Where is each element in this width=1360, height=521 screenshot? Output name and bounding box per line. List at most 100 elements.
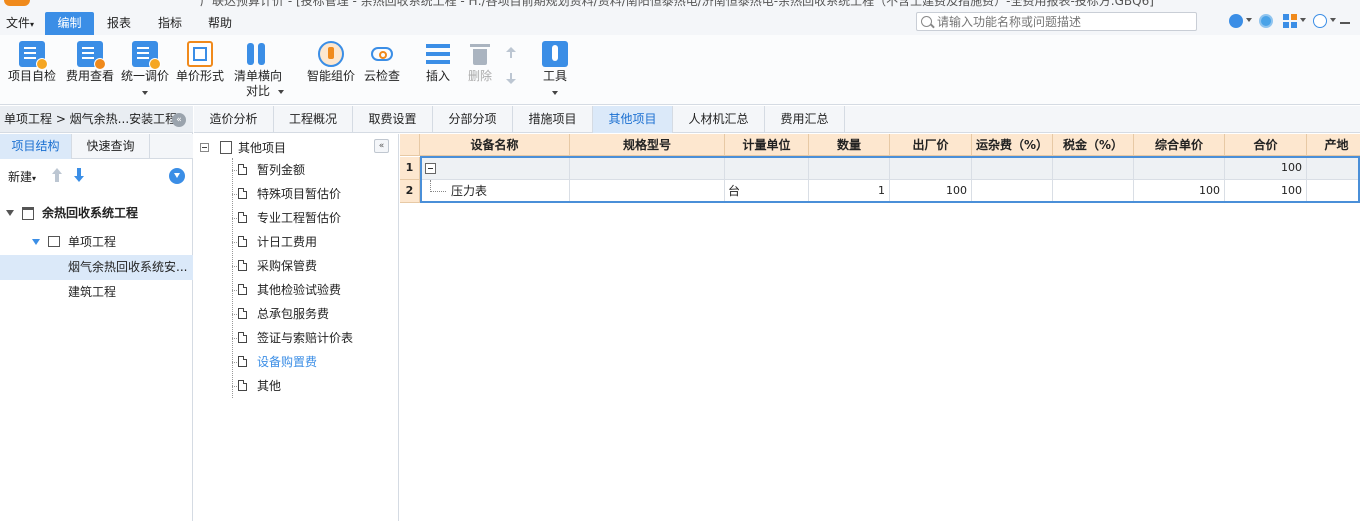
cell-origin[interactable]: [1307, 180, 1360, 203]
move-up-icon[interactable]: [506, 47, 516, 59]
menu-index[interactable]: 指标: [154, 13, 186, 35]
col-tax-rate[interactable]: 税金（%）: [1053, 134, 1134, 156]
unify-price-button[interactable]: 统一调价: [118, 35, 172, 105]
tree-branch-line: [232, 290, 237, 291]
unit-price-form-button[interactable]: 单价形式: [173, 35, 227, 105]
tab-measure-items[interactable]: 措施项目: [513, 106, 593, 133]
fee-view-button[interactable]: 费用查看: [62, 35, 118, 105]
tree-branch-line: [232, 314, 237, 315]
cell-origin[interactable]: [1307, 157, 1360, 180]
tab-labor-material-summary[interactable]: 人材机汇总: [673, 106, 765, 133]
col-spec[interactable]: 规格型号: [570, 134, 725, 156]
sync-icon[interactable]: [1259, 14, 1273, 28]
col-total[interactable]: 合价: [1225, 134, 1307, 156]
tree-item-label: 特殊项目暂估价: [257, 187, 342, 201]
insert-label: 插入: [425, 69, 450, 83]
project-self-check-button[interactable]: 项目自检: [4, 35, 60, 105]
info-icon[interactable]: [1313, 14, 1327, 28]
menu-file[interactable]: 文件▾: [3, 13, 37, 35]
expand-icon[interactable]: [6, 210, 14, 216]
app-logo-icon: [4, 0, 30, 6]
tree-item-building[interactable]: 建筑工程: [0, 280, 193, 305]
cell-spec[interactable]: [570, 157, 725, 180]
grid-header: 设备名称 规格型号 计量单位 数量 出厂价 运杂费（%） 税金（%） 综合单价 …: [400, 134, 1360, 156]
insert-button[interactable]: 插入: [418, 35, 458, 105]
tab-project-overview[interactable]: 工程概况: [274, 106, 353, 133]
collapse-panel-icon[interactable]: «: [172, 113, 186, 127]
chevron-down-icon: ▾: [32, 174, 37, 183]
tree-item-label: 总承包服务费: [257, 307, 330, 321]
collapse-box-icon[interactable]: [200, 143, 209, 152]
fold-panel-icon[interactable]: «: [374, 139, 389, 153]
cloud-check-button[interactable]: 云检查: [360, 35, 404, 105]
tab-fee-summary[interactable]: 费用汇总: [765, 106, 845, 133]
equipment-grid: 设备名称 规格型号 计量单位 数量 出厂价 运杂费（%） 税金（%） 综合单价 …: [400, 134, 1360, 521]
tab-quick-query[interactable]: 快速查询: [72, 134, 150, 159]
cell-factory-price[interactable]: [890, 157, 972, 180]
tree-item-other-root-label: 其他项目: [238, 141, 287, 155]
chevron-down-icon[interactable]: [1300, 18, 1306, 22]
table-row[interactable]: 1 100: [400, 157, 1360, 180]
menu-edit[interactable]: 编制: [45, 12, 94, 35]
tree-item-single[interactable]: 单项工程: [0, 230, 193, 255]
menu-help[interactable]: 帮助: [204, 13, 236, 35]
collapse-row-icon[interactable]: [425, 163, 436, 174]
page-icon: [238, 332, 247, 343]
price-adjust-icon: [132, 41, 161, 70]
delete-label: 删除: [467, 69, 492, 83]
headset-icon[interactable]: [1229, 14, 1243, 28]
cell-quantity[interactable]: 1: [809, 180, 890, 203]
move-down-icon[interactable]: [506, 73, 516, 85]
list-compare-button[interactable]: 清单横向 对比: [230, 35, 286, 105]
download-icon[interactable]: [169, 168, 185, 184]
col-factory-price[interactable]: 出厂价: [890, 134, 972, 156]
col-unit-price[interactable]: 综合单价: [1134, 134, 1225, 156]
cell-quantity[interactable]: [809, 157, 890, 180]
move-down-arrow-icon[interactable]: [74, 168, 84, 182]
cell-total[interactable]: 100: [1225, 180, 1307, 203]
menu-report[interactable]: 报表: [103, 13, 135, 35]
table-row[interactable]: 2 压力表 台 1 100 100 100: [400, 180, 1360, 203]
tree-item-flue-gas[interactable]: 烟气余热回收系统安...: [0, 255, 193, 280]
cell-unit[interactable]: 台: [725, 180, 809, 203]
smart-price-button[interactable]: 智能组价: [303, 35, 359, 105]
tab-partial-items[interactable]: 分部分项: [433, 106, 513, 133]
col-unit[interactable]: 计量单位: [725, 134, 809, 156]
tab-project-structure[interactable]: 项目结构: [0, 134, 72, 159]
new-dropdown[interactable]: 新建▾: [8, 168, 36, 185]
cell-factory-price[interactable]: 100: [890, 180, 972, 203]
minimize-icon[interactable]: [1340, 22, 1350, 24]
apps-grid-icon[interactable]: [1283, 14, 1297, 28]
cell-freight-rate[interactable]: [972, 180, 1053, 203]
unify-price-label: 统一调价: [120, 69, 169, 83]
cell-tax-rate[interactable]: [1053, 157, 1134, 180]
cell-tax-rate[interactable]: [1053, 180, 1134, 203]
cell-total[interactable]: 100: [1225, 157, 1307, 180]
function-search[interactable]: [916, 12, 1197, 31]
cell-unit-price[interactable]: 100: [1134, 180, 1225, 203]
col-quantity[interactable]: 数量: [809, 134, 890, 156]
col-equipment-name[interactable]: 设备名称: [420, 134, 570, 156]
move-up-arrow-icon[interactable]: [52, 168, 62, 182]
delete-button[interactable]: 删除: [460, 35, 500, 105]
tree-item-label: 专业工程暂估价: [257, 211, 342, 225]
cell-freight-rate[interactable]: [972, 157, 1053, 180]
chevron-down-icon[interactable]: [1330, 18, 1336, 22]
function-search-input[interactable]: [937, 14, 1192, 29]
expand-icon[interactable]: [32, 239, 40, 245]
tab-other-items[interactable]: 其他项目: [593, 106, 673, 133]
trash-icon: [467, 41, 493, 67]
col-origin[interactable]: 产地: [1307, 134, 1360, 156]
col-freight-rate[interactable]: 运杂费（%）: [972, 134, 1053, 156]
chevron-down-icon[interactable]: [1246, 18, 1252, 22]
tab-cost-analysis[interactable]: 造价分析: [194, 106, 274, 133]
cell-unit-price[interactable]: [1134, 157, 1225, 180]
cell-name[interactable]: 压力表: [420, 180, 570, 203]
tools-button[interactable]: 工具: [535, 35, 575, 105]
tree-item-root[interactable]: 余热回收系统工程: [0, 201, 193, 226]
tab-fee-setting[interactable]: 取费设置: [353, 106, 433, 133]
page-icon: [238, 188, 247, 199]
cell-unit[interactable]: [725, 157, 809, 180]
cell-spec[interactable]: [570, 180, 725, 203]
cell-name[interactable]: [420, 157, 570, 180]
